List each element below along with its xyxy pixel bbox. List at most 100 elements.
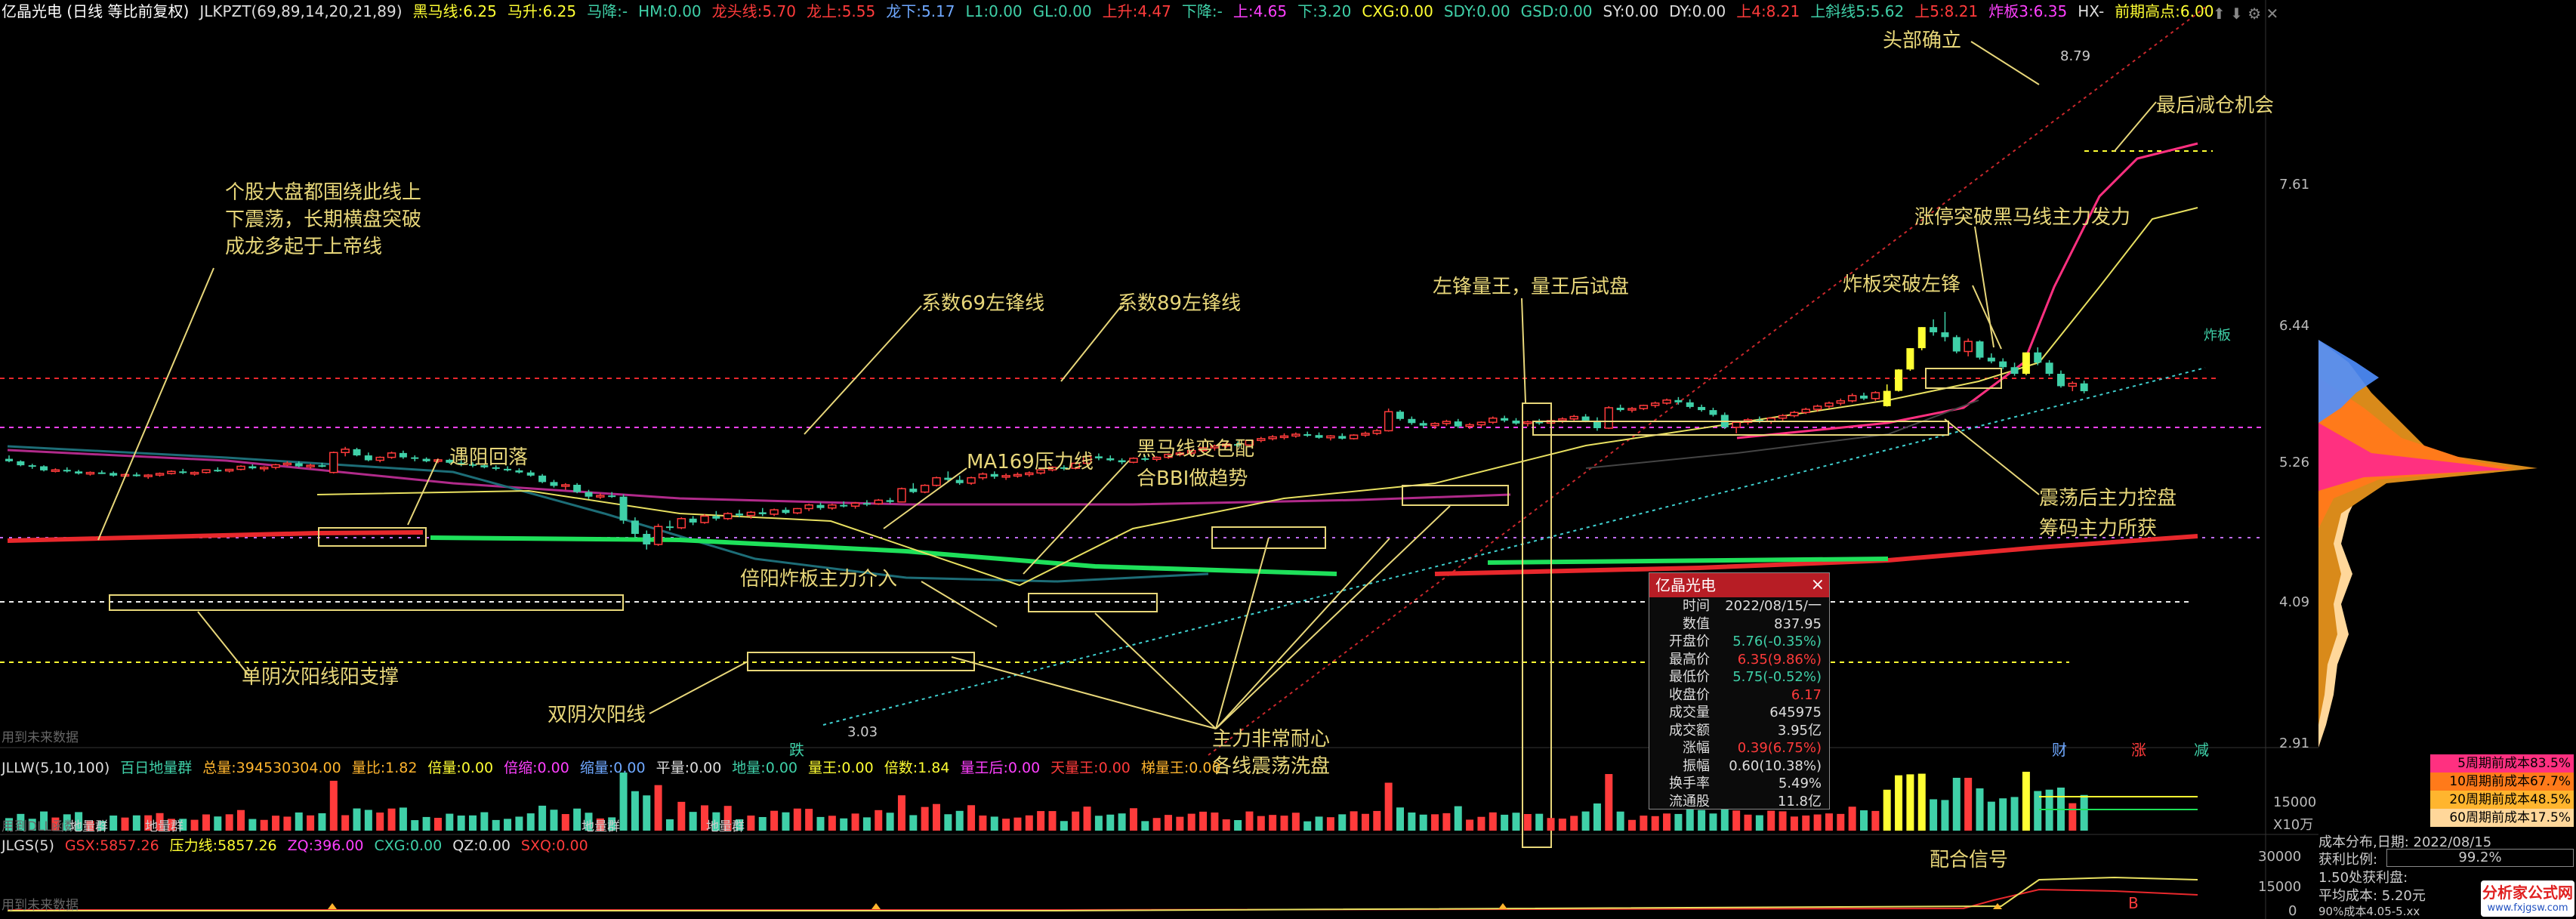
leader-a4 [804, 305, 922, 435]
candle-body [1315, 435, 1323, 438]
volume-bar [921, 806, 929, 831]
die-label: 跌 [789, 741, 804, 759]
volume-bar [689, 812, 697, 831]
candle-body [955, 480, 964, 483]
candle-body [677, 518, 686, 529]
volume-bar [805, 809, 813, 831]
indicator-item: 下降:- [1181, 2, 1223, 20]
volume-bar [1999, 798, 2007, 831]
volume-bar [573, 808, 582, 831]
close-icon[interactable]: × [1811, 573, 1825, 597]
volume-bar [1396, 807, 1404, 831]
info-row: 开盘价 5.76(-0.35%) [1649, 633, 1829, 651]
info-row: 成交量 645975 [1649, 704, 1829, 722]
candle-body [318, 465, 326, 467]
info-box-header: 亿晶光电 × [1649, 573, 1829, 597]
candle-body [1860, 395, 1868, 399]
candle-body [411, 457, 419, 459]
volume-bar [1895, 775, 1903, 831]
indicator-item: 龙上:5.55 [806, 2, 876, 20]
indicator-name: JLKPZT(69,89,14,20,21,89) [199, 2, 403, 20]
info-row: 时间 2022/08/15/一 [1649, 597, 1829, 615]
candle-body [804, 504, 813, 510]
candle-body [1454, 421, 1462, 427]
volume-bar [411, 820, 419, 831]
volume-bar [1512, 813, 1520, 831]
jlgs-signal-marker [872, 903, 881, 909]
candle-body [1825, 402, 1834, 407]
volume-bar [341, 815, 350, 831]
candle-body [1650, 402, 1660, 406]
candle-body [143, 474, 153, 477]
annotation-a2: 下震荡，长期横盘突破 [225, 208, 421, 231]
gear-icon[interactable]: ⚙ [2247, 5, 2261, 23]
indicator-item: CXG:0.00 [1362, 2, 1433, 20]
zone-box-4 [1028, 593, 1158, 612]
volume-bar [1269, 815, 1277, 831]
candle-body [1709, 410, 1717, 415]
watermark: 分析家公式网 www.fxjgsw.com [2481, 880, 2574, 917]
annotation-a13: 黑马线变色配 [1137, 438, 1254, 461]
candle-body [758, 512, 767, 514]
volume-bar [1767, 810, 1775, 831]
volume-bar [677, 801, 686, 831]
jlgs-signal-marker [1498, 903, 1507, 909]
volume-bar [1466, 819, 1474, 831]
candle-body [75, 471, 83, 474]
candle-body [364, 455, 372, 461]
candle-body [1349, 434, 1359, 439]
volume-bar [1373, 810, 1381, 831]
candle-body [2022, 352, 2030, 374]
candle-body [538, 475, 547, 483]
indicator-item: 马升:6.25 [507, 2, 577, 20]
volume-bar [909, 815, 918, 831]
chip-info-profit-label: 获利比例: [2318, 852, 2378, 868]
candle-body [736, 513, 744, 516]
indicator-item: 马降:- [587, 2, 628, 20]
candle-body [990, 473, 998, 477]
volume-bar [550, 810, 558, 831]
volume-bar [1094, 816, 1103, 831]
annotation-a4: 系数69左锋线 [921, 292, 1044, 315]
candle-body [387, 452, 396, 458]
volume-bar [933, 803, 940, 831]
volume-bar [1048, 811, 1057, 831]
annotation-a15: 倍阳炸板主力介入 [740, 568, 897, 591]
candle-body [1419, 423, 1427, 426]
quote-info-box[interactable]: 亿晶光电 × 时间 2022/08/15/一 数值 837.95 开盘价 5.76(-0.… [1649, 572, 1830, 810]
candle-body [816, 504, 825, 508]
volume-bar [202, 814, 210, 831]
indicator-item: GSD:0.00 [1520, 2, 1593, 20]
main-chart-svg: 个股大盘都围绕此线上下震荡，长期横盘突破成龙多起于上帝线系数69左锋线 系数89左… [0, 0, 2537, 919]
volume-bar [1709, 813, 1717, 831]
candle-body [850, 502, 860, 507]
candle-body [1118, 460, 1126, 463]
volume-bar [758, 816, 767, 831]
volume-bar [1176, 816, 1184, 831]
volume-bar [132, 815, 140, 831]
volume-bar [1802, 815, 1810, 831]
volume-bar [1547, 818, 1555, 831]
close-icon[interactable]: ✕ [2266, 5, 2279, 23]
volume-bar [1651, 816, 1659, 831]
down-arrow-icon[interactable]: ⬇ [2230, 5, 2243, 23]
volume-bar [1987, 801, 1995, 831]
jlgs-b-signal: B [2128, 894, 2139, 912]
candle-body [897, 488, 906, 503]
jlgs-indicator-bar: JLGS(5) GSX:5857.26 压力线:5857.26 ZQ:396.00 CX… [2, 836, 599, 856]
volume-item: 倍量:0.00 [427, 760, 494, 776]
volume-bar [1698, 810, 1706, 831]
info-row: 最低价 5.75(-0.52%) [1649, 668, 1829, 686]
candle-body [63, 470, 71, 472]
toolbar-icons: ⬆ ⬇ ⚙ ✕ [2213, 5, 2278, 23]
candle-body [1604, 407, 1614, 429]
stock-title: 亿晶光电 (日线 等比前复权) [2, 2, 190, 20]
candle-body [782, 510, 790, 513]
up-arrow-icon[interactable]: ⬆ [2213, 5, 2226, 23]
indicator-item: HM:0.00 [638, 2, 702, 20]
vol-tag-dll: 用到DLL函数 [2, 819, 78, 834]
candle-body [1569, 415, 1578, 420]
annotation-a11: 遇阻回落 [449, 446, 528, 469]
info-value: 645975 [1769, 705, 1822, 720]
candle-body [224, 468, 234, 472]
